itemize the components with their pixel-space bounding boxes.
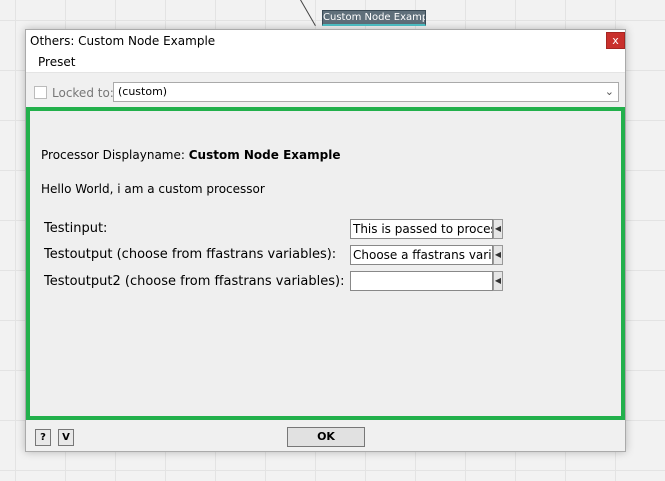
close-button[interactable]: x: [606, 32, 625, 49]
displayname-label: Processor Displayname:: [41, 148, 189, 162]
locked-checkbox[interactable]: [34, 86, 47, 99]
triangle-left-icon[interactable]: ◀: [493, 245, 503, 265]
displayname-value: Custom Node Example: [188, 148, 341, 162]
processor-dialog: Others: Custom Node Example x Preset Loc…: [25, 29, 626, 452]
preset-select[interactable]: (custom) ⌄: [113, 82, 619, 102]
v-button[interactable]: V: [58, 429, 74, 446]
testinput-field[interactable]: This is passed to process: [350, 219, 493, 239]
workflow-node[interactable]: Custom Node Example: [322, 10, 426, 26]
testoutput2-field[interactable]: [350, 271, 493, 291]
triangle-left-icon[interactable]: ◀: [493, 271, 503, 291]
help-button[interactable]: ?: [35, 429, 51, 446]
processor-description: Hello World, i am a custom processor: [41, 182, 265, 196]
menu-preset[interactable]: Preset: [38, 55, 75, 69]
window-title: Others: Custom Node Example: [30, 34, 216, 48]
chevron-down-icon: ⌄: [604, 85, 614, 98]
testinput-label: Testinput:: [44, 221, 108, 236]
testoutput2-label: Testoutput2 (choose from ffastrans varia…: [44, 274, 345, 289]
testoutput-label: Testoutput (choose from ffastrans variab…: [44, 247, 337, 262]
processor-displayname: Processor Displayname: Custom Node Examp…: [41, 148, 340, 162]
processor-settings-panel: Processor Displayname: Custom Node Examp…: [26, 107, 625, 420]
title-bar[interactable]: Others: Custom Node Example x: [26, 30, 625, 52]
triangle-left-icon[interactable]: ◀: [493, 219, 503, 239]
menu-bar: Preset: [26, 52, 625, 73]
locked-label: Locked to:: [52, 86, 114, 100]
testoutput-field[interactable]: Choose a ffastrans variable: [350, 245, 493, 265]
workflow-connector-line: [300, 0, 316, 26]
ok-button[interactable]: OK: [287, 427, 365, 447]
preset-select-value: (custom): [118, 85, 168, 98]
